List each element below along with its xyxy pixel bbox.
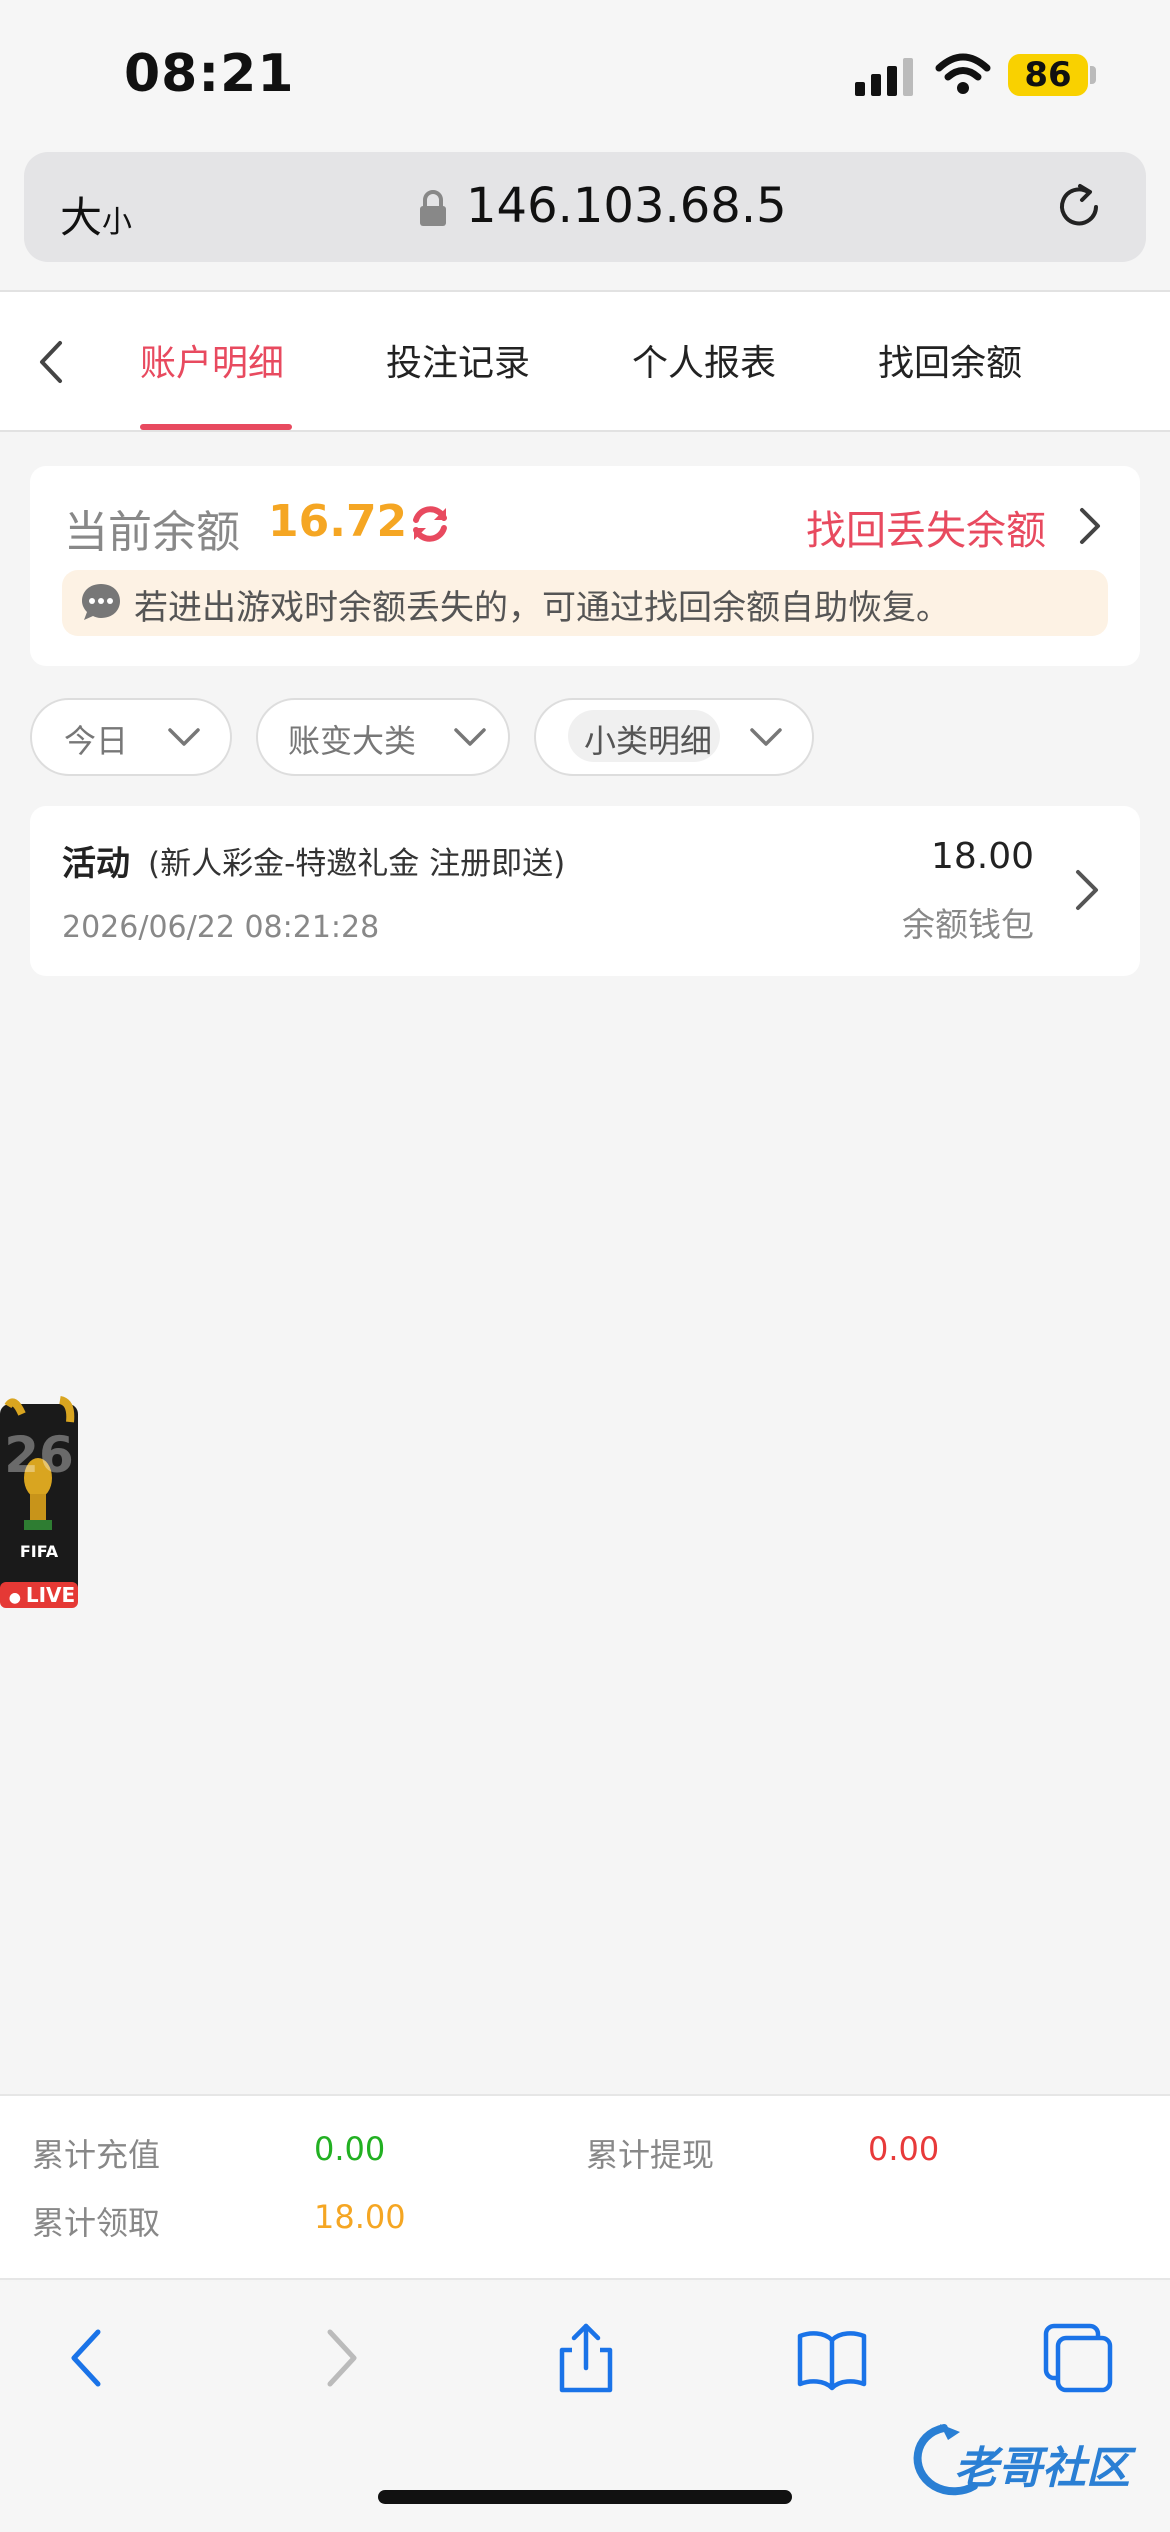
watermark-text: 老哥社区 (954, 2443, 1130, 2494)
total-claimed-value: 18.00 (314, 2198, 406, 2236)
list-item[interactable] (30, 806, 1140, 976)
cellular-signal-icon (855, 56, 915, 96)
lock-icon (420, 190, 446, 226)
chat-bubble-icon (82, 584, 120, 620)
refresh-balance-icon[interactable] (406, 500, 454, 548)
battery-level: 86 (1024, 55, 1072, 95)
share-icon[interactable] (548, 2320, 624, 2396)
badge-live-text: LIVE (25, 1583, 76, 1607)
tab-account-details[interactable]: 账户明细 (140, 334, 284, 386)
chevron-right-icon[interactable] (1074, 506, 1104, 546)
recover-lost-balance-link[interactable]: 找回丢失余额 (806, 498, 1046, 556)
home-indicator (378, 2490, 792, 2504)
url-text[interactable]: 146.103.68.5 (466, 178, 787, 234)
tabs-icon[interactable] (1040, 2320, 1116, 2396)
battery-indicator: 86 (1008, 54, 1088, 96)
chevron-down-icon (168, 728, 200, 746)
total-withdraw-label: 累计提现 (586, 2136, 715, 2174)
bookmarks-icon[interactable] (794, 2320, 870, 2396)
text-size-small: 小 (102, 205, 133, 240)
chevron-right-icon[interactable] (1070, 866, 1102, 914)
badge-digits: 26 (4, 1426, 74, 1484)
badge-brand: FIFA (19, 1542, 59, 1561)
tab-bet-records[interactable]: 投注记录 (386, 334, 530, 386)
chevron-down-icon (750, 728, 782, 746)
reload-icon[interactable] (1052, 180, 1106, 234)
browser-back-icon[interactable] (50, 2320, 126, 2396)
filter-major-category-label: 账变大类 (288, 722, 417, 760)
badge-live: ● LIVE (8, 1583, 76, 1607)
status-time: 08:21 (124, 44, 295, 104)
record-title: 活动 (62, 844, 130, 884)
total-claimed-label: 累计领取 (32, 2204, 161, 2242)
balance-value: 16.72 (268, 496, 408, 547)
active-tab-indicator (140, 424, 292, 430)
record-wallet: 余额钱包 (902, 905, 1034, 944)
record-amount: 18.00 (930, 836, 1034, 877)
balance-label: 当前余额 (64, 507, 240, 558)
text-size-large: 大 (60, 193, 103, 242)
community-watermark: 老哥社区 (904, 2420, 1154, 2500)
total-withdraw-value: 0.00 (868, 2130, 940, 2168)
total-recharge-label: 累计充值 (32, 2136, 161, 2174)
record-time: 2026/06/22 08:21:28 (62, 910, 380, 945)
chevron-down-icon (454, 728, 486, 746)
summary-panel (0, 2094, 1170, 2280)
back-arrow-icon[interactable] (32, 337, 72, 387)
tab-personal-report[interactable]: 个人报表 (632, 334, 776, 386)
browser-forward-icon[interactable] (302, 2320, 378, 2396)
notice-text: 若进出游戏时余额丢失的，可通过找回余额自助恢复。 (134, 588, 950, 628)
text-size-button[interactable]: 大小 (60, 184, 132, 245)
tab-recover-balance[interactable]: 找回余额 (878, 334, 1022, 386)
total-recharge-value: 0.00 (314, 2130, 386, 2168)
filter-subcategory-label: 小类明细 (584, 722, 713, 760)
battery-nub (1090, 66, 1096, 84)
record-description: (新人彩金-特邀礼金 注册即送) (148, 846, 566, 882)
fifa-live-badge[interactable]: 26 FIFA ● LIVE (0, 1396, 78, 1608)
wifi-icon (935, 53, 991, 94)
filter-date-label: 今日 (64, 722, 129, 760)
